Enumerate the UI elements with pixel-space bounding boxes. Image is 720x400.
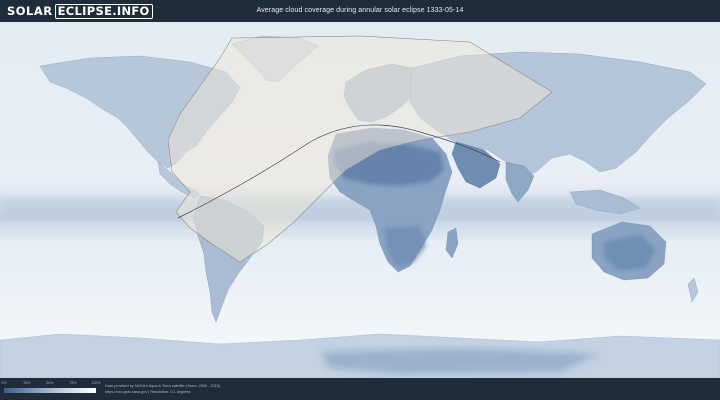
page: SOLAR ECLIPSE.INFO Average cloud coverag… (0, 0, 720, 400)
cloud-coverage-legend-bar (4, 388, 96, 393)
page-title: Average cloud coverage during annular so… (256, 7, 464, 14)
cloud-coverage-map (0, 22, 720, 378)
legend-labels: 0% 25% 50% 75% 100% (1, 381, 100, 387)
legend-label-50: 50% (46, 381, 54, 385)
world-map-svg (0, 22, 720, 378)
header-bar: SOLAR ECLIPSE.INFO Average cloud coverag… (0, 0, 720, 22)
legend-label-25: 25% (23, 381, 31, 385)
data-credit: Data provided by NASA's Aqua & Terra sat… (105, 384, 221, 388)
footer-bar: 0% 25% 50% 75% 100% Data provided by NAS… (0, 378, 720, 400)
legend-label-100: 100% (91, 381, 101, 385)
data-source-link[interactable]: https://neo.gsfc.nasa.gov | Resolution: … (105, 390, 190, 394)
legend-label-75: 75% (69, 381, 77, 385)
legend-label-0: 0% (1, 381, 7, 385)
